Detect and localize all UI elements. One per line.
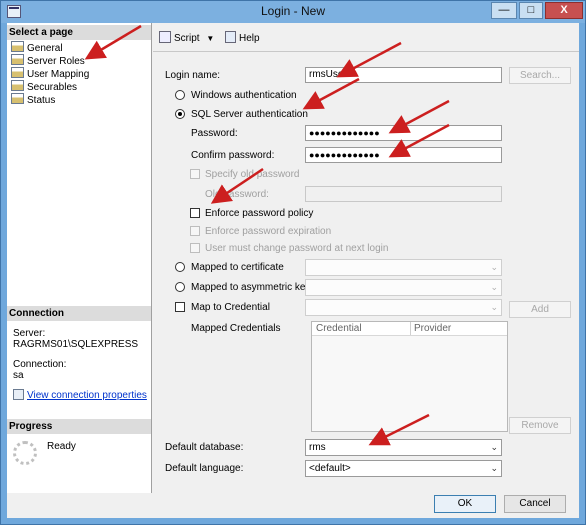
login-new-dialog: Login - New — □ X Select a page General … — [0, 0, 586, 525]
chevron-down-icon: ⌄ — [490, 262, 498, 272]
default-database-label: Default database: — [165, 442, 244, 453]
help-label: Help — [239, 33, 260, 44]
map-to-credential-label: Map to Credential — [191, 302, 270, 313]
password-label: Password: — [191, 128, 238, 139]
confirm-password-label: Confirm password: — [191, 150, 275, 161]
sql-auth-radio[interactable] — [175, 109, 185, 119]
chevron-down-icon: ⌄ — [490, 463, 498, 473]
help-button[interactable]: Help — [225, 31, 260, 44]
enforce-password-policy-checkbox[interactable] — [190, 208, 200, 218]
button-bar: OK Cancel — [7, 493, 579, 518]
page-icon — [11, 93, 24, 104]
old-password-input[interactable] — [305, 186, 502, 202]
default-database-select[interactable]: rms ⌄ — [305, 439, 502, 456]
must-change-password-label: User must change password at next login — [205, 243, 389, 254]
chevron-down-icon: ⌄ — [490, 442, 498, 452]
script-button[interactable]: Script ▼ — [159, 31, 214, 44]
search-button[interactable]: Search... — [509, 67, 571, 84]
page-icon — [11, 80, 24, 91]
must-change-password-checkbox[interactable] — [190, 243, 200, 253]
dialog-client-area: Select a page General Server Roles User … — [7, 23, 579, 518]
login-name-label: Login name: — [165, 70, 221, 81]
page-label: Securables — [27, 82, 78, 93]
grid-header: Credential Provider — [312, 322, 507, 336]
cancel-button[interactable]: Cancel — [504, 495, 566, 513]
connection-value: sa — [13, 370, 24, 381]
specify-old-password-checkbox[interactable] — [190, 169, 200, 179]
progress-spinner-icon — [13, 441, 37, 465]
certificate-select[interactable]: ⌄ — [305, 259, 502, 276]
chevron-down-icon: ⌄ — [490, 302, 498, 312]
map-to-credential-checkbox[interactable] — [175, 302, 185, 312]
view-connection-properties-link[interactable]: View connection properties — [27, 390, 147, 401]
enforce-password-expiration-checkbox[interactable] — [190, 226, 200, 236]
password-input[interactable]: ●●●●●●●●●●●●● — [305, 125, 502, 141]
chevron-down-icon: ⌄ — [490, 282, 498, 292]
default-language-select[interactable]: <default> ⌄ — [305, 460, 502, 477]
mapped-credentials-label: Mapped Credentials — [191, 323, 281, 334]
windows-auth-radio[interactable] — [175, 90, 185, 100]
asymmetric-key-select[interactable]: ⌄ — [305, 279, 502, 296]
page-icon — [11, 67, 24, 78]
default-language-value: <default> — [309, 463, 351, 474]
server-value: RAGRMS01\SQLEXPRESS — [13, 339, 139, 350]
credential-select[interactable]: ⌄ — [305, 299, 502, 316]
help-icon — [225, 31, 236, 43]
default-database-value: rms — [309, 442, 326, 453]
general-page: Script ▼ Help Login name: rmsUser Search… — [153, 23, 579, 493]
add-credential-button[interactable]: Add — [509, 301, 571, 318]
remove-credential-button[interactable]: Remove — [509, 417, 571, 434]
maximize-button[interactable]: □ — [519, 2, 543, 19]
select-page-heading: Select a page — [7, 25, 151, 40]
grid-column-credential[interactable]: Credential — [316, 323, 362, 334]
dropdown-arrow-icon[interactable]: ▼ — [206, 34, 214, 43]
page-label: General — [27, 43, 63, 54]
close-button[interactable]: X — [545, 2, 583, 19]
page-icon — [11, 54, 24, 65]
default-language-label: Default language: — [165, 463, 244, 474]
toolbar: Script ▼ Help — [153, 23, 579, 52]
mapped-certificate-label: Mapped to certificate — [191, 262, 284, 273]
enforce-password-policy-label: Enforce password policy — [205, 208, 314, 219]
script-label: Script — [174, 33, 200, 44]
grid-column-provider[interactable]: Provider — [414, 323, 451, 334]
mapped-credentials-grid[interactable]: Credential Provider — [311, 321, 508, 432]
connection-heading: Connection — [7, 306, 151, 321]
script-icon — [159, 31, 171, 43]
minimize-button[interactable]: — — [491, 2, 517, 19]
page-label: Server Roles — [27, 56, 85, 67]
left-panel: Select a page General Server Roles User … — [7, 23, 152, 518]
column-divider — [410, 322, 411, 335]
progress-heading: Progress — [7, 419, 151, 434]
page-icon — [11, 41, 24, 52]
mapped-certificate-radio[interactable] — [175, 262, 185, 272]
page-item-general[interactable]: General — [11, 41, 63, 54]
sql-auth-label: SQL Server authentication — [191, 109, 308, 120]
login-name-input[interactable]: rmsUser — [305, 67, 502, 83]
page-item-status[interactable]: Status — [11, 93, 55, 106]
progress-status: Ready — [47, 441, 76, 452]
windows-auth-label: Windows authentication — [191, 90, 297, 101]
page-item-user-mapping[interactable]: User Mapping — [11, 67, 89, 80]
enforce-password-expiration-label: Enforce password expiration — [205, 226, 332, 237]
confirm-password-input[interactable]: ●●●●●●●●●●●●● — [305, 147, 502, 163]
page-item-server-roles[interactable]: Server Roles — [11, 54, 85, 67]
old-password-label: Old password: — [205, 189, 269, 200]
title-bar[interactable]: Login - New — □ X — [1, 1, 585, 23]
page-label: Status — [27, 95, 56, 106]
specify-old-password-label: Specify old password — [205, 169, 300, 180]
ok-button[interactable]: OK — [434, 495, 496, 513]
server-label: Server: — [13, 328, 46, 339]
connection-label: Connection: — [13, 359, 67, 370]
view-connection-properties[interactable]: View connection properties — [13, 389, 147, 401]
mapped-asymmetric-key-radio[interactable] — [175, 282, 185, 292]
properties-icon — [13, 389, 24, 400]
page-item-securables[interactable]: Securables — [11, 80, 77, 93]
mapped-asymmetric-key-label: Mapped to asymmetric key — [191, 282, 311, 293]
page-label: User Mapping — [27, 69, 90, 80]
